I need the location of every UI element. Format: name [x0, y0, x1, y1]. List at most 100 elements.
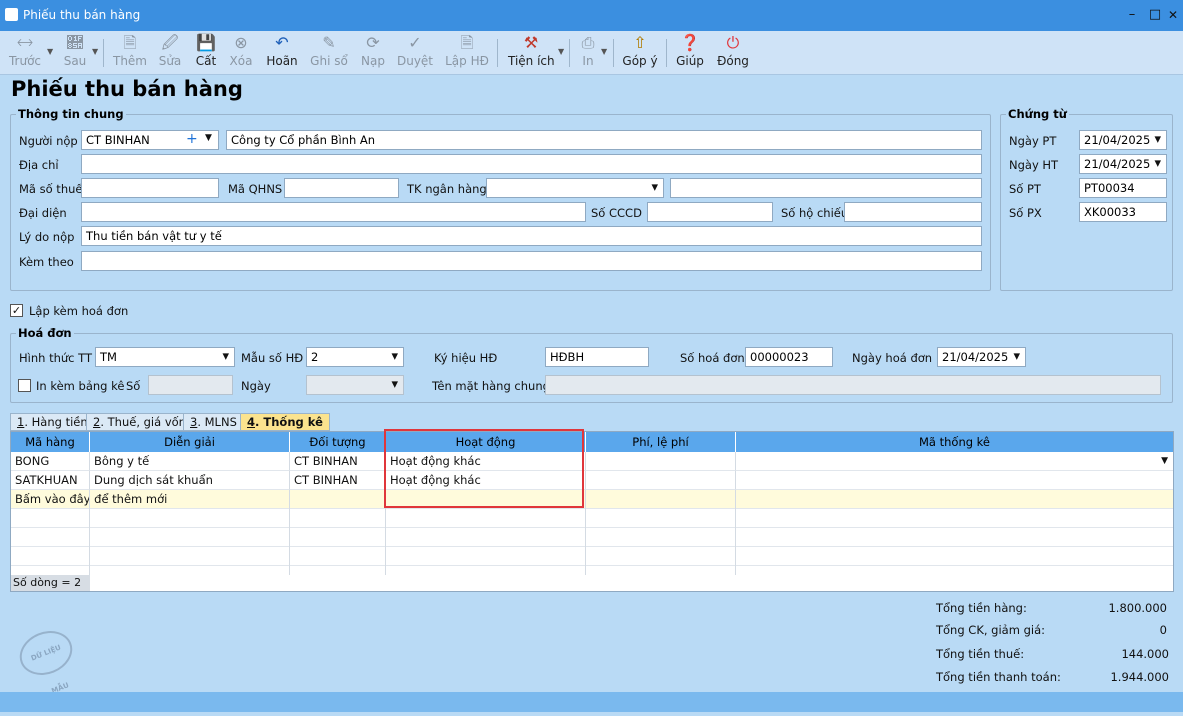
total-discount-value: 0 — [1159, 623, 1167, 637]
pencil-icon: ✎ — [322, 33, 336, 52]
passport-field[interactable] — [844, 202, 982, 222]
add-button[interactable]: 🗎 Thêm — [112, 33, 148, 73]
with-invoice-label: Lập kèm hoá đơn — [29, 304, 129, 318]
arrow-left-icon: 🡘 — [16, 33, 34, 52]
reason-label: Lý do nộp — [19, 230, 75, 244]
receipt-number-field[interactable]: PT00034 — [1079, 178, 1167, 198]
cccd-field[interactable] — [647, 202, 773, 222]
empty-rows — [11, 509, 1173, 575]
bank-account-dropdown[interactable] — [486, 178, 664, 198]
postpone-button[interactable]: ↶ Hoãn — [264, 33, 300, 73]
print-dropdown-caret[interactable]: ▼ — [601, 47, 607, 56]
bank-name-field[interactable] — [670, 178, 982, 198]
address-label: Địa chỉ — [19, 158, 59, 172]
approve-button[interactable]: ✓ Duyệt — [396, 33, 434, 73]
tax-code-label: Mã số thuế — [19, 182, 83, 196]
help-icon: ❓ — [680, 33, 700, 52]
tools-icon: ⚒ — [523, 33, 539, 52]
toolbar-separator — [666, 39, 667, 67]
date-ht-picker[interactable]: 21/04/2025 — [1079, 154, 1167, 174]
payer-dropdown-icon[interactable]: ▼ — [205, 133, 212, 143]
help-button[interactable]: ❓ Giúp — [674, 33, 706, 73]
save-button[interactable]: 💾 Cất — [191, 33, 221, 73]
tab-thong-ke[interactable]: 4. Thống kê — [240, 413, 330, 431]
print-list-label: In kèm bảng kê — [36, 379, 125, 393]
delete-button[interactable]: ⊗ Xóa — [226, 33, 256, 73]
print-button[interactable]: ⎙ In — [576, 33, 600, 73]
table-cell[interactable]: CT BINHAN — [290, 471, 386, 490]
invoice-template-dropdown[interactable]: 2 — [306, 347, 404, 367]
address-field[interactable] — [81, 154, 982, 174]
column-header-object[interactable]: Đối tượng — [290, 432, 386, 452]
column-header-fee[interactable]: Phí, lệ phí — [586, 432, 736, 452]
utilities-button[interactable]: ⚒ Tiện ích — [508, 33, 555, 73]
invoice-date-picker[interactable]: 21/04/2025 — [937, 347, 1026, 367]
representative-field[interactable] — [81, 202, 586, 222]
with-invoice-checkbox[interactable]: ✓ — [10, 304, 23, 317]
undo-icon: ↶ — [275, 33, 289, 52]
invoice-number-field[interactable]: 00000023 — [745, 347, 833, 367]
qhns-field[interactable] — [284, 178, 399, 198]
reason-field[interactable]: Thu tiền bán vật tư y tế — [81, 226, 982, 246]
new-document-icon: 🗎 — [123, 33, 137, 52]
table-cell[interactable] — [736, 471, 1173, 490]
row-count: Số dòng = 2 — [11, 575, 90, 591]
tab-thue-gia-von[interactable]: 2. Thuế, giá vốn — [86, 413, 193, 431]
column-header-item-code[interactable]: Mã hàng — [11, 432, 90, 452]
minimize-button[interactable]: – — [1120, 4, 1144, 26]
tab-mlns[interactable]: 3. MLNS — [183, 413, 244, 431]
general-info-title: Thông tin chung — [16, 107, 126, 121]
table-cell[interactable]: CT BINHAN — [290, 452, 386, 471]
column-header-description[interactable]: Diễn giải — [90, 432, 290, 452]
export-number-field[interactable]: XK00033 — [1079, 202, 1167, 222]
create-invoice-button[interactable]: 🗎 Lập HĐ — [444, 33, 490, 73]
post-button[interactable]: ✎ Ghi sổ — [308, 33, 350, 73]
load-button[interactable]: ⟳ Nạp — [358, 33, 388, 73]
total-payment-label: Tổng tiền thanh toán: — [936, 670, 1061, 684]
list-date-label: Ngày — [241, 379, 271, 393]
list-date-picker[interactable] — [306, 375, 404, 395]
dropdown-arrow-icon[interactable]: ▼ — [1161, 452, 1168, 470]
stat-code-dropdown-cell[interactable]: ▼ — [736, 452, 1173, 471]
table-cell[interactable] — [586, 452, 736, 471]
power-icon: ⏻ — [726, 33, 740, 52]
table-cell[interactable]: SATKHUAN — [11, 471, 90, 490]
toolbar-separator — [613, 39, 614, 67]
voucher-title: Chứng từ — [1006, 107, 1069, 121]
payment-method-dropdown[interactable]: TM — [95, 347, 235, 367]
add-new-row[interactable]: Bấm vào đây để thêm mới — [11, 490, 1173, 509]
total-payment-value: 1.944.000 — [1110, 670, 1169, 684]
column-header-stat-code[interactable]: Mã thống kê — [736, 432, 1173, 452]
table-cell[interactable] — [586, 471, 736, 490]
toolbar-separator — [569, 39, 570, 67]
add-payer-icon[interactable]: + — [186, 131, 198, 147]
total-discount-label: Tổng CK, giảm giá: — [936, 623, 1046, 637]
utilities-dropdown-caret[interactable]: ▼ — [558, 47, 564, 56]
attachment-label: Kèm theo — [19, 255, 74, 269]
payer-code-field[interactable]: CT BINHAN — [81, 130, 219, 150]
invoice-number-label: Số hoá đơn — [680, 351, 745, 365]
table-cell[interactable]: BONG — [11, 452, 90, 471]
date-pt-picker[interactable]: 21/04/2025 — [1079, 130, 1167, 150]
close-window-button[interactable]: ✕ — [1161, 4, 1183, 26]
invoice-symbol-field[interactable]: HĐBH — [545, 347, 649, 367]
table-cell[interactable]: Dung dịch sát khuẩn — [90, 471, 290, 490]
previous-dropdown-caret[interactable]: ▼ — [47, 47, 53, 56]
payer-label: Người nộp — [19, 134, 78, 148]
tab-hang-tien[interactable]: 1. Hàng tiền — [10, 413, 95, 431]
table-cell[interactable]: Bông y tế — [90, 452, 290, 471]
previous-button[interactable]: 🡘 Trước — [8, 33, 42, 73]
feedback-button[interactable]: ⇧ Góp ý — [622, 33, 658, 73]
attachment-field[interactable] — [81, 251, 982, 271]
payer-name-field[interactable]: Công ty Cổ phần Bình An — [226, 130, 982, 150]
qhns-label: Mã QHNS — [228, 182, 283, 196]
common-goods-field[interactable] — [545, 375, 1161, 395]
next-button[interactable]: 🡚 Sau — [60, 33, 90, 73]
bank-account-label: TK ngân hàng — [407, 182, 487, 196]
next-dropdown-caret[interactable]: ▼ — [92, 47, 98, 56]
tax-code-field[interactable] — [81, 178, 219, 198]
close-button[interactable]: ⏻ Đóng — [716, 33, 750, 73]
list-number-field[interactable] — [148, 375, 233, 395]
edit-button[interactable]: 🖉 Sửa — [155, 33, 185, 73]
print-list-checkbox[interactable] — [18, 379, 31, 392]
